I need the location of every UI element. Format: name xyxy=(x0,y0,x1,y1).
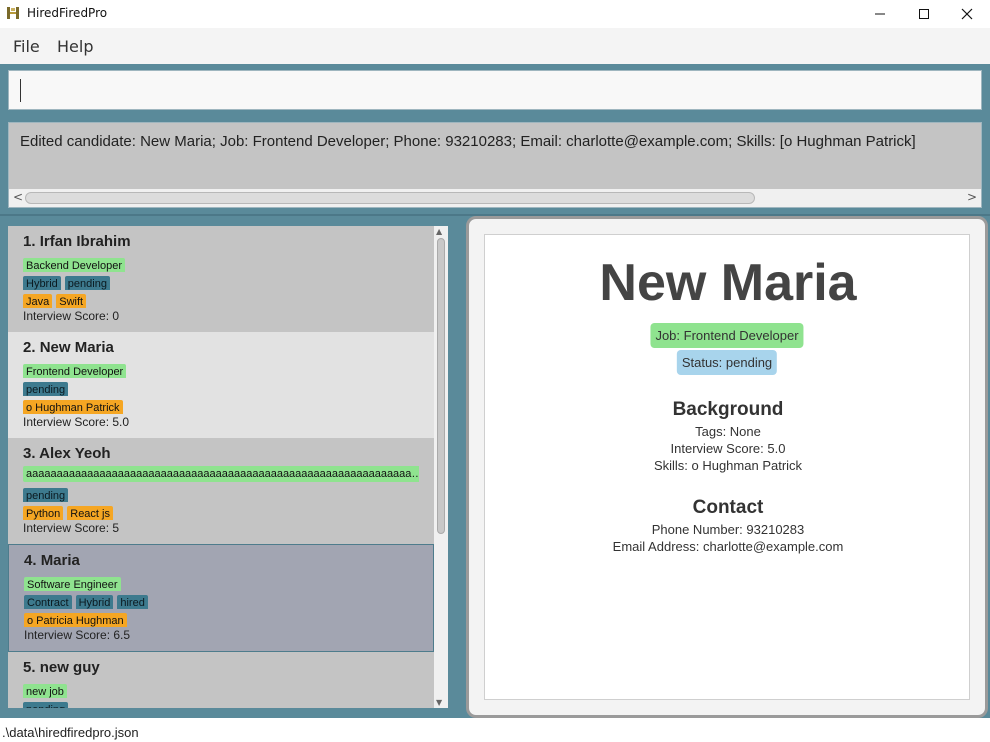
minimize-icon xyxy=(875,13,885,15)
title-bar: HiredFiredPro xyxy=(0,0,990,28)
list-vertical-scrollbar[interactable]: ▲ ▼ xyxy=(434,226,448,708)
menu-bar: File Help xyxy=(0,28,990,64)
skill-tag: Python xyxy=(23,506,64,520)
close-icon xyxy=(961,8,973,20)
status-tag: Hybrid xyxy=(75,595,114,609)
interview-score: Interview Score: 6.5 xyxy=(24,628,131,642)
minimize-button[interactable] xyxy=(857,0,903,28)
scroll-down-icon[interactable]: ▼ xyxy=(436,698,442,707)
scrollbar-thumb[interactable] xyxy=(437,238,445,534)
candidate-list-panel: 1. Irfan Ibrahim Backend Developer Hybri… xyxy=(0,216,458,718)
candidate-detail-card: New Maria Job: Frontend Developer Status… xyxy=(484,234,970,700)
status-tag: pending xyxy=(23,382,69,396)
maximize-icon xyxy=(919,9,929,19)
app-logo-icon xyxy=(7,7,19,19)
scroll-up-icon[interactable]: ▲ xyxy=(436,227,442,236)
interview-score: Interview Score: 5 xyxy=(23,521,120,535)
candidate-card[interactable]: 2. New Maria Frontend Developer pending … xyxy=(8,332,434,438)
result-horizontal-scrollbar[interactable]: < > xyxy=(9,189,981,207)
candidate-name-text: Irfan Ibrahim xyxy=(39,233,131,250)
candidate-card-selected[interactable]: 4. Maria Software Engineer Contract Hybri… xyxy=(8,544,434,652)
candidate-card[interactable]: 1. Irfan Ibrahim Backend Developer Hybri… xyxy=(8,226,434,332)
candidate-index: 1. xyxy=(23,233,36,250)
command-input[interactable] xyxy=(8,70,982,110)
scrollbar-thumb[interactable] xyxy=(25,192,755,204)
result-display: Edited candidate: New Maria; Job: Fronte… xyxy=(8,122,982,208)
candidate-index: 4. xyxy=(24,552,37,569)
status-tag: Contract xyxy=(24,595,72,609)
close-button[interactable] xyxy=(944,0,990,28)
candidate-name-text: Maria xyxy=(40,552,80,569)
skill-tag: o Hughman Patrick xyxy=(23,400,123,414)
status-bar: .\data\hiredfiredpro.json xyxy=(0,718,990,742)
scroll-right-icon[interactable]: > xyxy=(967,190,977,204)
skill-tag: o Patricia Hughman xyxy=(24,613,127,627)
candidate-index: 2. xyxy=(23,339,36,356)
candidate-index: 5. xyxy=(23,659,36,676)
result-message: Edited candidate: New Maria; Job: Fronte… xyxy=(20,133,916,150)
interview-score: Interview Score: 0 xyxy=(23,309,120,323)
detail-skills: Skills: o Hughman Patrick xyxy=(653,458,803,473)
job-tag: Frontend Developer xyxy=(23,364,127,378)
job-tag: Software Engineer xyxy=(24,577,121,591)
detail-email: Email Address: charlotte@example.com xyxy=(612,539,844,554)
status-tag: Hybrid xyxy=(23,276,61,290)
background-heading: Background xyxy=(672,399,784,420)
detail-phone: Phone Number: 93210283 xyxy=(651,522,805,537)
candidate-list: 1. Irfan Ibrahim Backend Developer Hybri… xyxy=(8,226,448,708)
contact-heading: Contact xyxy=(692,497,764,518)
main-area: Edited candidate: New Maria; Job: Fronte… xyxy=(0,64,990,718)
candidate-name: 5. new guy xyxy=(23,658,419,680)
candidate-name: 3. Alex Yeoh xyxy=(23,444,419,466)
save-file-path: .\data\hiredfiredpro.json xyxy=(2,725,139,740)
status-tag: pending xyxy=(64,276,110,290)
candidate-name-text: new guy xyxy=(39,659,100,676)
candidate-name-text: Alex Yeoh xyxy=(39,445,111,462)
detail-interview-score: Interview Score: 5.0 xyxy=(670,441,786,456)
menu-file[interactable]: File xyxy=(13,37,40,56)
scroll-left-icon[interactable]: < xyxy=(13,190,23,204)
menu-help[interactable]: Help xyxy=(57,37,93,56)
status-tag: pending xyxy=(23,488,69,502)
maximize-button[interactable] xyxy=(901,0,947,28)
job-tag: Backend Developer xyxy=(23,258,126,272)
detail-status-badge: Status: pending xyxy=(676,350,778,375)
candidate-name: 1. Irfan Ibrahim xyxy=(23,232,419,254)
skill-tag: React js xyxy=(67,506,113,520)
candidate-name: 4. Maria xyxy=(24,551,418,573)
candidate-name: 2. New Maria xyxy=(23,338,419,360)
job-tag: new job xyxy=(23,684,67,698)
candidate-detail-panel: New Maria Job: Frontend Developer Status… xyxy=(466,216,988,718)
skill-tag: Java xyxy=(23,294,53,308)
app-title: HiredFiredPro xyxy=(27,6,108,20)
detail-name: New Maria xyxy=(599,254,857,312)
text-caret xyxy=(20,79,21,102)
skill-tag: Swift xyxy=(56,294,87,308)
detail-tags: Tags: None xyxy=(695,424,761,439)
status-tag: pending xyxy=(23,702,69,708)
candidate-card[interactable]: 3. Alex Yeoh aaaaaaaaaaaaaaaaaaaaaaaaaaa… xyxy=(8,438,434,544)
candidate-index: 3. xyxy=(23,445,36,462)
interview-score: Interview Score: 5.0 xyxy=(23,415,130,429)
candidate-card[interactable]: 5. new guy new job pending xyxy=(8,652,434,708)
job-tag: aaaaaaaaaaaaaaaaaaaaaaaaaaaaaaaaaaaaaaaa… xyxy=(23,466,419,482)
candidate-name-text: New Maria xyxy=(39,339,114,356)
detail-job-badge: Job: Frontend Developer xyxy=(650,323,804,348)
status-tag: hired xyxy=(117,595,148,609)
